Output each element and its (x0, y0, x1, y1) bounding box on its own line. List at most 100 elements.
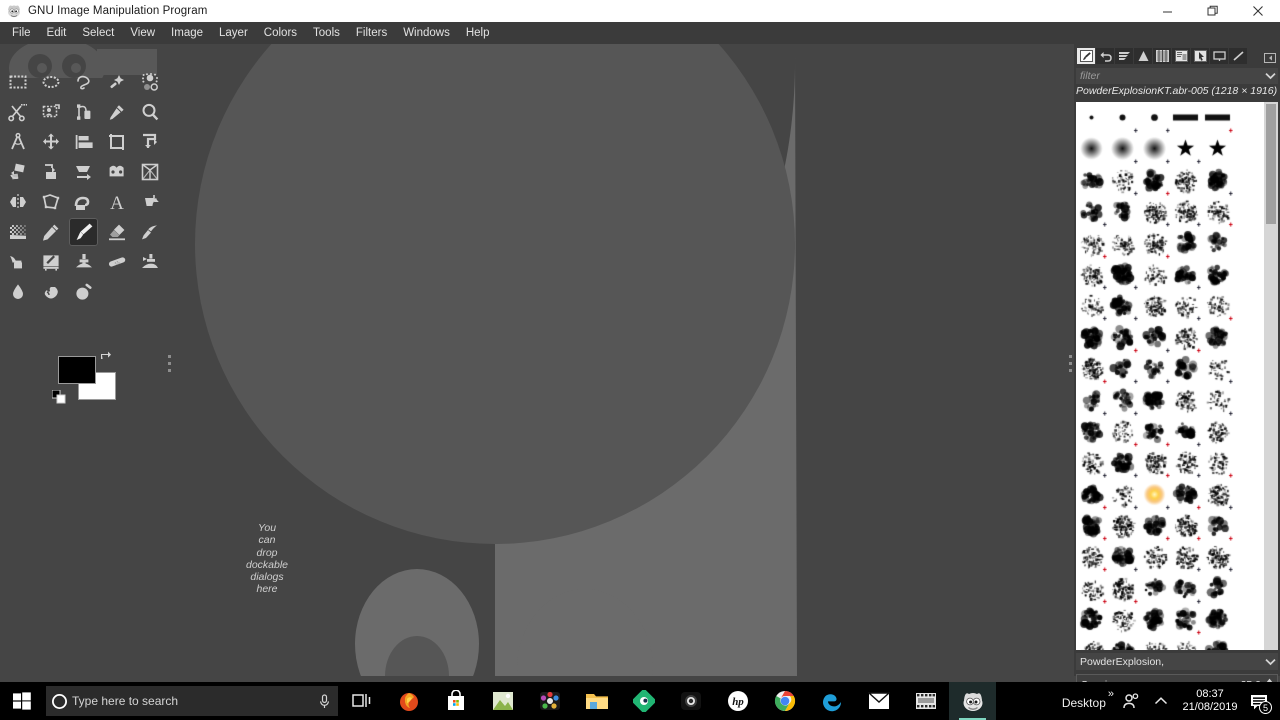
chevron-right-double-icon[interactable]: » (1108, 688, 1114, 700)
brush-thumbnail[interactable] (1076, 541, 1107, 573)
paths-icon[interactable] (69, 98, 98, 126)
foreground-color-swatch[interactable] (58, 356, 96, 384)
taskbar-app-mail[interactable] (855, 682, 902, 720)
close-button[interactable] (1235, 0, 1280, 22)
brush-filter-input[interactable] (1076, 70, 1262, 82)
brush-thumbnail[interactable] (1107, 478, 1139, 510)
brush-thumbnail[interactable] (1201, 478, 1233, 510)
brush-thumbnail[interactable] (1201, 321, 1233, 353)
brush-thumbnail[interactable] (1138, 447, 1170, 479)
brush-thumbnail[interactable] (1170, 196, 1202, 228)
foreground-select-icon[interactable] (36, 98, 65, 126)
mypaint-brush-icon[interactable] (36, 248, 65, 276)
zoom-icon[interactable] (135, 98, 164, 126)
text-icon[interactable]: A (102, 188, 131, 216)
perspective-icon[interactable] (69, 158, 98, 186)
brush-thumbnail[interactable] (1201, 572, 1233, 604)
chevron-down-icon[interactable] (1262, 68, 1278, 84)
taskbar-app-gimp[interactable] (949, 682, 996, 720)
brush-thumbnail[interactable] (1107, 133, 1139, 165)
menu-file[interactable]: File (4, 24, 39, 42)
brush-thumbnail[interactable] (1170, 572, 1202, 604)
brush-thumbnail[interactable] (1107, 604, 1139, 636)
brush-thumbnail[interactable] (1170, 290, 1202, 322)
eraser-icon[interactable] (102, 218, 131, 246)
brush-thumbnail[interactable] (1107, 353, 1139, 385)
warp-transform-icon[interactable] (69, 188, 98, 216)
perspective-clone-icon[interactable] (135, 248, 164, 276)
taskbar-app-movies[interactable] (902, 682, 949, 720)
gradient-icon[interactable] (3, 218, 32, 246)
cage-transform-icon[interactable] (36, 188, 65, 216)
paintbrush-icon[interactable] (69, 218, 98, 246)
ellipse-select-icon[interactable] (36, 68, 65, 96)
brush-thumbnail[interactable] (1107, 290, 1139, 322)
brush-thumbnail[interactable] (1107, 102, 1139, 133)
free-select-icon[interactable] (69, 68, 98, 96)
taskbar-app-edge[interactable] (808, 682, 855, 720)
brush-thumbnail[interactable] (1076, 635, 1107, 650)
shear-icon[interactable] (36, 158, 65, 186)
brush-collection-dropdown[interactable]: PowderExplosion, (1076, 653, 1278, 670)
brush-thumbnail[interactable] (1076, 572, 1107, 604)
reset-colors-icon[interactable] (51, 389, 66, 404)
menu-layer[interactable]: Layer (211, 24, 256, 42)
menu-windows[interactable]: Windows (395, 24, 458, 42)
brush-thumbnail[interactable] (1138, 227, 1170, 259)
brush-thumbnail[interactable] (1201, 635, 1233, 650)
brush-thumbnail[interactable] (1076, 604, 1107, 636)
swap-colors-icon[interactable] (100, 350, 112, 362)
menu-edit[interactable]: Edit (39, 24, 75, 42)
scale-icon[interactable] (3, 158, 32, 186)
brush-thumbnail[interactable] (1201, 541, 1233, 573)
brush-thumbnail[interactable] (1076, 196, 1107, 228)
crop-icon[interactable] (102, 128, 131, 156)
taskbar-app-hp[interactable]: hp (714, 682, 761, 720)
brush-thumbnail[interactable] (1076, 133, 1107, 165)
brush-thumbnail[interactable] (1107, 321, 1139, 353)
fuzzy-select-icon[interactable] (102, 68, 131, 96)
menu-image[interactable]: Image (163, 24, 211, 42)
brush-thumbnail[interactable] (1201, 133, 1233, 165)
brush-thumbnail[interactable] (1170, 353, 1202, 385)
task-view-icon[interactable] (338, 682, 385, 720)
menu-colors[interactable]: Colors (256, 24, 305, 42)
taskbar-app-store[interactable] (432, 682, 479, 720)
rotate-icon[interactable] (135, 128, 164, 156)
move-icon[interactable] (36, 128, 65, 156)
menu-select[interactable]: Select (74, 24, 122, 42)
brush-thumbnail[interactable] (1107, 196, 1139, 228)
windows-start-icon[interactable] (0, 682, 44, 720)
taskbar-app-firefox[interactable] (385, 682, 432, 720)
brush-thumbnail[interactable] (1107, 572, 1139, 604)
brush-thumbnail[interactable] (1170, 164, 1202, 196)
brush-thumbnail[interactable] (1138, 353, 1170, 385)
brush-thumbnail[interactable] (1076, 321, 1107, 353)
brush-thumbnail[interactable] (1201, 164, 1233, 196)
brush-thumbnail[interactable] (1170, 541, 1202, 573)
dodge-burn-icon[interactable] (69, 278, 98, 306)
menu-tools[interactable]: Tools (305, 24, 348, 42)
brush-thumbnail[interactable] (1201, 604, 1233, 636)
3d-transform-icon[interactable] (135, 158, 164, 186)
brush-thumbnail[interactable] (1170, 510, 1202, 542)
taskbar-app-chrome[interactable] (761, 682, 808, 720)
brush-grid-scrollbar[interactable] (1264, 102, 1278, 650)
rect-select-icon[interactable] (3, 68, 32, 96)
brush-thumbnail[interactable] (1170, 384, 1202, 416)
brush-thumbnail[interactable] (1138, 478, 1170, 510)
brush-thumbnail[interactable] (1170, 447, 1202, 479)
brush-thumbnail[interactable] (1201, 258, 1233, 290)
brush-thumbnail[interactable] (1201, 353, 1233, 385)
heal-icon[interactable] (102, 248, 131, 276)
brush-thumbnail[interactable] (1107, 635, 1139, 650)
taskbar-app-settings[interactable] (526, 682, 573, 720)
blur-sharpen-icon[interactable] (3, 278, 32, 306)
menu-help[interactable]: Help (458, 24, 498, 42)
tray-clock[interactable]: 08:37 21/08/2019 (1176, 688, 1244, 714)
brush-thumbnail[interactable] (1170, 604, 1202, 636)
brush-thumbnail[interactable] (1107, 227, 1139, 259)
pencil-icon[interactable] (36, 218, 65, 246)
unified-transform-icon[interactable] (102, 158, 131, 186)
flip-icon[interactable] (3, 188, 32, 216)
